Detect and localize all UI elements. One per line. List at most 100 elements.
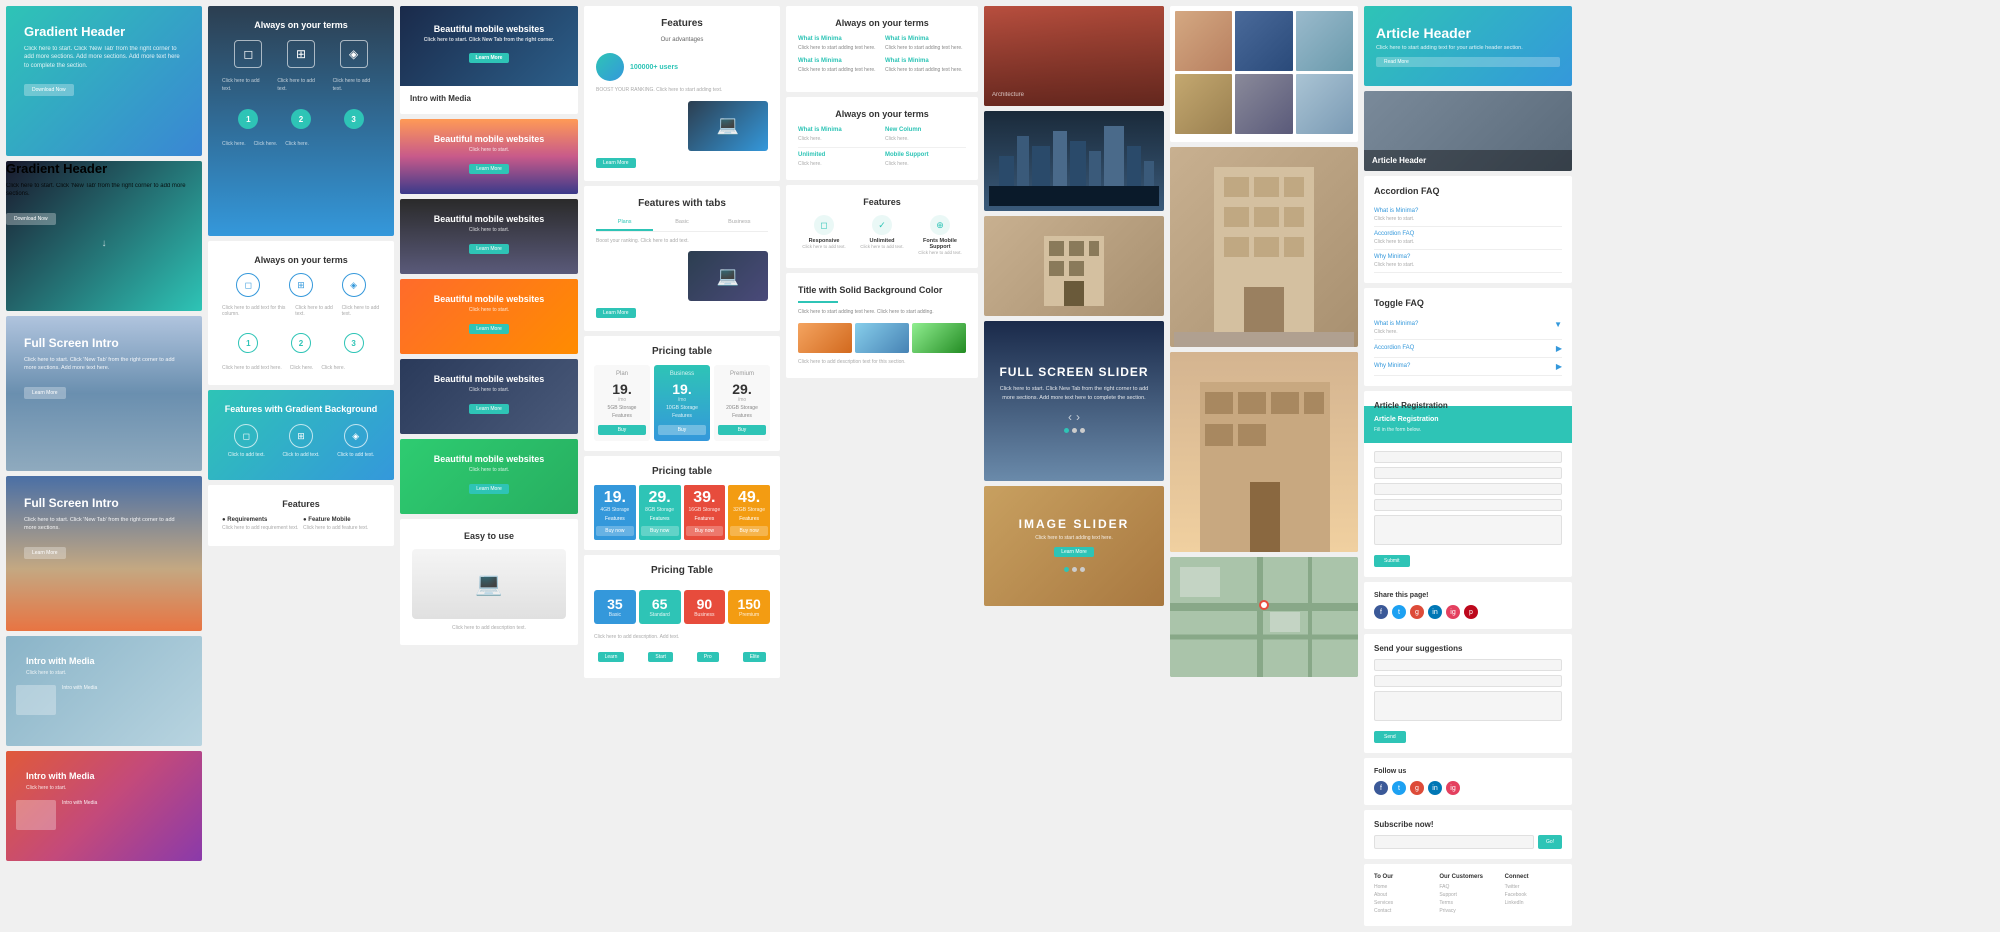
ptw-btn-2[interactable]: Buy now [641,526,679,536]
suggestions-email-input[interactable] [1374,675,1562,687]
reg-submit-btn[interactable]: Submit [1374,555,1410,567]
feat-icon-1: ◻ [234,40,262,68]
follow-ig-icon[interactable]: ig [1446,781,1460,795]
features-white-title: Always on your terms [222,255,380,265]
article-header-teal-btn[interactable]: Read More [1376,57,1560,67]
features-main-title: Features [596,18,768,29]
toggle-item-3[interactable]: Why Minima? ▶ [1374,358,1562,376]
linkedin-icon[interactable]: in [1428,605,1442,619]
pricing-btn-4[interactable]: Elite [743,652,767,662]
intro-dark2-btn[interactable]: Learn More [469,404,509,414]
slider-next-icon[interactable]: › [1076,410,1080,424]
features-body-text: BOOST YOUR RANKING. Click here to start … [596,87,768,95]
plan-2-btn[interactable]: Buy [658,425,706,435]
ptw-price-3: 39. [686,489,724,507]
features-tabs-btn[interactable]: Learn More [596,308,636,318]
article-header-photo-title: Article Header [1372,156,1564,165]
at-col-4: What is Minima Click here to start addin… [885,58,966,74]
ptw-btn-1[interactable]: Buy now [596,526,634,536]
intro-green-btn[interactable]: Learn More [469,484,509,494]
article-header-photo-overlay: Article Header [1364,150,1572,171]
follow-icons-row: f t g in ig [1374,781,1562,795]
intro-orange-btn[interactable]: Learn More [469,324,509,334]
ptw-price-2: 29. [641,489,679,507]
reg-name-input[interactable] [1374,451,1562,463]
features-cta-btn[interactable]: Learn More [596,158,636,168]
accordion-item-3[interactable]: Why Minima? Click here to start. [1374,250,1562,273]
features-white-card: Always on your terms ◻ ⊞ ◈ Click here to… [208,241,394,385]
is-dot-2[interactable] [1072,567,1077,572]
intro-media-1-text: Click here to start. [16,670,192,677]
stat-box-3: 90 Business [684,590,726,624]
pricing-btn-3[interactable]: Pro [697,652,719,662]
pricing-btn-1[interactable]: Learn [598,652,625,662]
plan-1-feat1: 5GB Storage [598,405,646,411]
intro-dark2-text: Click here to start. [434,387,545,393]
intro-person-subtitle: Beautiful mobile websites [434,214,545,224]
column-3: Beautiful mobile websites Click here to … [400,6,578,926]
full-screen-intro-2-btn[interactable]: Learn More [24,547,66,559]
tab-business[interactable]: Business [711,215,768,231]
intro-sunset-btn[interactable]: Learn More [469,164,509,174]
intro-person-btn[interactable]: Learn More [469,244,509,254]
follow-li-icon[interactable]: in [1428,781,1442,795]
subscribe-email-input[interactable] [1374,835,1534,849]
follow-gp-icon[interactable]: g [1410,781,1424,795]
dot-1[interactable] [1064,428,1069,433]
facebook-icon[interactable]: f [1374,605,1388,619]
gallery-img-3 [1296,11,1353,71]
image-slider-btn[interactable]: Learn More [1054,547,1094,557]
num-1: 1 [238,109,258,129]
accordion-item-2-text: Click here to start. [1374,239,1562,245]
toggle-item-1[interactable]: What is Minima? ▼ Click here. [1374,316,1562,340]
dot-2[interactable] [1072,428,1077,433]
always-terms-1-card: Always on your terms What is Minima Clic… [786,6,978,92]
tab-plans[interactable]: Plans [596,215,653,231]
tab-basic[interactable]: Basic [653,215,710,231]
suggestions-name-input[interactable] [1374,659,1562,671]
fw-col-2: Click here to add text. [295,305,333,317]
slider-prev-icon[interactable]: ‹ [1068,410,1072,424]
follow-title: Follow us [1374,768,1562,775]
gradient-header-2-text: Click here to start. Click 'New Tab' fro… [6,182,202,199]
googleplus-icon[interactable]: g [1410,605,1424,619]
instagram-icon[interactable]: ig [1446,605,1460,619]
is-dot-1[interactable] [1064,567,1069,572]
dot-3[interactable] [1080,428,1085,433]
arch-building2-svg [1170,352,1358,552]
intro-orange-subtitle: Beautiful mobile websites [434,294,545,304]
ptw-btn-3[interactable]: Buy now [686,526,724,536]
toggle-item-2[interactable]: Accordion FAQ ▶ [1374,340,1562,358]
full-screen-intro-1-btn[interactable]: Learn More [24,387,66,399]
follow-fb-icon[interactable]: f [1374,781,1388,795]
subscribe-go-btn[interactable]: Go! [1538,835,1562,849]
gradient-header-1-btn[interactable]: Download Now [24,84,74,96]
twitter-icon[interactable]: t [1392,605,1406,619]
plan-3-name: Premium [718,371,766,377]
plan-2-name: Business [658,371,706,377]
gradient-header-2-btn[interactable]: Download Now [6,213,56,225]
fgb-icon-2: ⊞ [289,424,313,448]
feat-mob-text: Click here to add feature text. [303,525,380,532]
reg-message-textarea[interactable] [1374,515,1562,545]
footer-col-3-title: Connect [1505,874,1562,880]
accordion-item-2[interactable]: Accordion FAQ Click here to start. [1374,227,1562,250]
reg-subject-input[interactable] [1374,499,1562,511]
accordion-item-1[interactable]: What is Minima? Click here to start. [1374,204,1562,227]
suggestions-text-area[interactable] [1374,691,1562,721]
reg-phone-input[interactable] [1374,483,1562,495]
pricing-btn-2[interactable]: Start [648,652,673,662]
plan-1-btn[interactable]: Buy [598,425,646,435]
pinterest-icon[interactable]: p [1464,605,1478,619]
follow-tw-icon[interactable]: t [1392,781,1406,795]
ptw-btn-4[interactable]: Buy now [730,526,768,536]
reg-email-input[interactable] [1374,467,1562,479]
is-dot-3[interactable] [1080,567,1085,572]
suggestions-submit-btn[interactable]: Send [1374,731,1406,743]
intro-dark-title: Intro with Media [410,94,568,103]
intro-dark-btn[interactable]: Learn More [469,53,510,63]
at-col-4-text: Click here to start adding text here. [885,67,966,74]
accordion-faq-title: Accordion FAQ [1374,186,1562,196]
at2-text-1: Click here. [798,136,879,143]
plan-3-btn[interactable]: Buy [718,425,766,435]
